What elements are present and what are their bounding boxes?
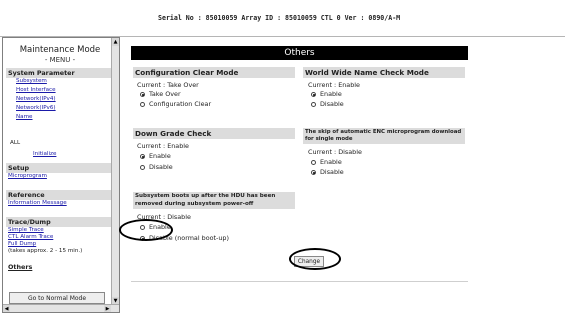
radio-enc-enable[interactable] <box>311 160 316 165</box>
link-network-ipv4[interactable]: Network(IPv4) <box>16 96 56 102</box>
radio-configuration-clear[interactable] <box>140 102 145 107</box>
section-setup: Setup <box>6 163 113 173</box>
section-system-parameter: System Parameter <box>6 68 113 78</box>
menu-horizontal-scrollbar[interactable]: ◀ ▶ <box>3 304 119 312</box>
link-network-ipv6[interactable]: Network(IPv6) <box>16 105 56 111</box>
menu-pane: Maintenance Mode - MENU - System Paramet… <box>2 37 120 313</box>
link-initialize[interactable]: Initialize <box>33 151 56 157</box>
highlight-enable-ellipse <box>119 219 173 241</box>
radio-wwn-disable[interactable] <box>311 102 316 107</box>
others-current-item: Others <box>8 263 33 271</box>
label-down-grade-disable: Disable <box>149 163 173 171</box>
menu-vertical-scrollbar[interactable]: ▲ ▼ <box>111 38 119 312</box>
highlight-change-ellipse <box>289 248 341 270</box>
label-enc-enable: Enable <box>320 158 342 166</box>
down-grade-current: Current : Enable <box>137 142 189 150</box>
menu-title: Maintenance Mode <box>19 45 101 55</box>
scroll-left-icon[interactable]: ◀ <box>3 305 10 312</box>
label-enc-disable: Disable <box>320 168 344 176</box>
link-subsystem[interactable]: Subsystem <box>16 78 47 84</box>
down-grade-heading: Down Grade Check <box>133 128 295 139</box>
link-host-interface[interactable]: Host Interface <box>16 87 56 93</box>
serial-info: Serial No : 85010059 Array ID : 85010059… <box>158 14 401 22</box>
radio-take-over[interactable] <box>140 92 145 97</box>
link-information-message[interactable]: Information Message <box>8 200 67 206</box>
section-reference: Reference <box>6 190 113 200</box>
go-to-normal-mode-button[interactable]: Go to Normal Mode <box>9 292 105 304</box>
all-label: ALL <box>10 140 21 146</box>
page-title: Others <box>131 46 468 60</box>
header-bar: Serial No : 85010059 Array ID : 85010059… <box>0 0 565 37</box>
link-full-dump[interactable]: Full Dump <box>8 241 36 247</box>
wwn-check-heading: World Wide Name Check Mode <box>303 67 465 78</box>
section-trace-dump: Trace/Dump <box>6 217 113 227</box>
label-wwn-enable: Enable <box>320 90 342 98</box>
scroll-up-icon[interactable]: ▲ <box>112 38 119 46</box>
wwn-check-current: Current : Enable <box>308 81 360 89</box>
config-clear-heading: Configuration Clear Mode <box>133 67 295 78</box>
link-simple-trace[interactable]: Simple Trace <box>8 227 44 233</box>
full-dump-note: (takes approx. 2 - 15 min.) <box>8 248 83 254</box>
label-wwn-disable: Disable <box>320 100 344 108</box>
scroll-right-icon[interactable]: ▶ <box>104 305 111 312</box>
radio-down-grade-enable[interactable] <box>140 154 145 159</box>
radio-enc-disable[interactable] <box>311 170 316 175</box>
link-microprogram[interactable]: Microprogram <box>8 173 47 179</box>
label-down-grade-enable: Enable <box>149 152 171 160</box>
label-take-over: Take Over <box>149 90 181 98</box>
label-configuration-clear: Configuration Clear <box>149 100 212 108</box>
hdu-boot-heading: Subsystem boots up after the HDU has bee… <box>133 192 295 209</box>
divider <box>131 281 468 282</box>
link-ctl-alarm-trace[interactable]: CTL Alarm Trace <box>8 234 53 240</box>
enc-skip-current: Current : Disable <box>308 148 362 156</box>
config-clear-current: Current : Take Over <box>137 81 199 89</box>
radio-wwn-enable[interactable] <box>311 92 316 97</box>
link-name[interactable]: Name <box>16 114 33 120</box>
menu-subtitle: - MENU - <box>44 56 76 64</box>
radio-down-grade-disable[interactable] <box>140 165 145 170</box>
enc-skip-heading: The skip of automatic ENC microprogram d… <box>303 128 465 144</box>
